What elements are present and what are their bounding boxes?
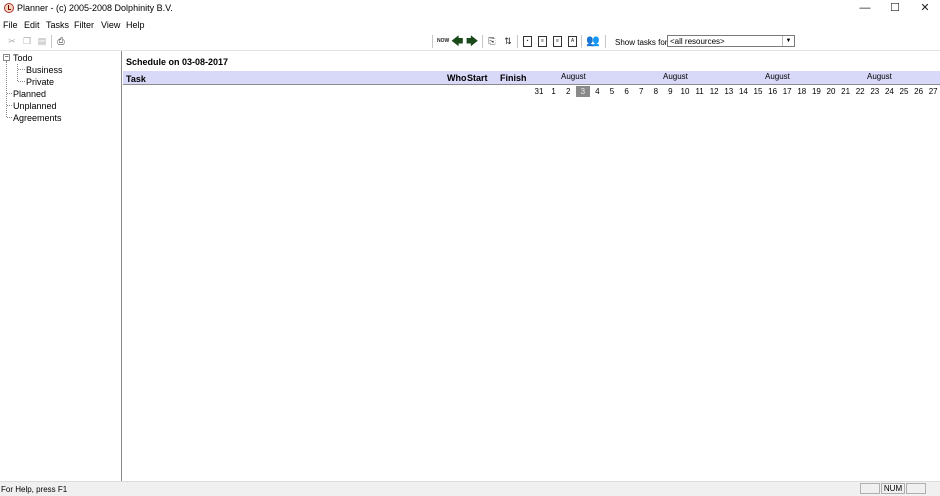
tree-item-agreements[interactable]: Agreements [13,113,62,123]
forward-arrow-icon[interactable]: 🡆 [466,35,478,47]
back-arrow-icon[interactable]: 🡄 [451,35,463,47]
document-1-icon[interactable]: ▪ [523,36,532,47]
tree-line [17,64,18,81]
toolbar-separator [51,35,52,48]
month-label: August [561,72,586,81]
schedule-header-row: Task Who Start Finish August August Augu… [123,71,940,85]
status-bar: For Help, press F1 NUM [0,481,940,496]
window-title: Planner - (c) 2005-2008 Dolphinity B.V. [17,3,173,13]
status-text: For Help, press F1 [1,485,68,494]
tree-item-unplanned[interactable]: Unplanned [13,101,57,111]
toolbar-separator [605,35,606,48]
day-cell[interactable]: 19 [809,86,823,97]
day-cell[interactable]: 2 [561,86,575,97]
day-cell[interactable]: 3 [575,86,590,97]
toolbar-separator [432,35,433,48]
tree-line [18,81,25,82]
toolbar-separator [517,35,518,48]
day-cell[interactable]: 1 [547,86,561,97]
close-button[interactable]: ✕ [910,0,940,17]
menu-file[interactable]: File [3,20,18,30]
menu-edit[interactable]: Edit [24,20,40,30]
resource-dropdown-value: <all resources> [670,37,725,46]
day-cell[interactable]: 11 [693,86,707,97]
day-cell[interactable]: 18 [795,86,809,97]
paste-icon[interactable]: ▤ [36,35,48,47]
day-cell[interactable]: 7 [634,86,648,97]
tree-item-todo[interactable]: Todo [13,53,33,63]
menu-help[interactable]: Help [126,20,145,30]
collapse-toggle-icon[interactable]: − [3,54,10,61]
tree-line [7,93,12,94]
menu-tasks[interactable]: Tasks [46,20,69,30]
people-icon[interactable]: 👥 [586,35,600,47]
new-task-icon[interactable]: ⎘ [486,35,498,47]
day-cell[interactable]: 20 [824,86,838,97]
show-tasks-label: Show tasks for [615,38,668,47]
day-cell[interactable]: 13 [722,86,736,97]
day-cell[interactable]: 26 [912,86,926,97]
tree-line [7,117,12,118]
app-icon [4,3,14,13]
tree-item-private[interactable]: Private [26,77,54,87]
day-cell[interactable]: 6 [620,86,634,97]
month-label: August [663,72,688,81]
menu-filter[interactable]: Filter [74,20,94,30]
menu-bar: File Edit Tasks Filter View Help [0,18,940,32]
tree-line [18,69,25,70]
day-cell[interactable]: 9 [663,86,677,97]
day-cell[interactable]: 27 [926,86,940,97]
day-cell[interactable]: 22 [853,86,867,97]
tree-line [7,105,12,106]
day-cell[interactable]: 5 [605,86,619,97]
day-cell[interactable]: 10 [678,86,692,97]
toolbar-separator [482,35,483,48]
day-cell[interactable]: 21 [839,86,853,97]
tree-item-business[interactable]: Business [26,65,63,75]
toolbar-separator [581,35,582,48]
menu-view[interactable]: View [101,20,120,30]
document-2-icon[interactable]: ≡ [538,36,547,47]
toolbar: ✂ ❐ ▤ ⎙ NOW 🡄 🡆 ⎘ ⇅ ▪ ≡ ≡ A 👥 Show tasks… [0,33,940,51]
title-bar: Planner - (c) 2005-2008 Dolphinity B.V. … [0,0,940,17]
day-cell[interactable]: 31 [532,86,546,97]
column-header-start[interactable]: Start [467,73,488,83]
column-header-task[interactable]: Task [126,74,146,84]
chevron-down-icon[interactable]: ▼ [782,36,794,46]
column-header-who[interactable]: Who [447,73,467,83]
status-pane-scroll [906,483,926,494]
document-4-icon[interactable]: A [568,36,577,47]
schedule-title: Schedule on 03-08-2017 [126,57,229,67]
month-label: August [867,72,892,81]
day-cell[interactable]: 14 [736,86,750,97]
day-cell[interactable]: 15 [751,86,765,97]
day-cell[interactable]: 4 [590,86,604,97]
minimize-button[interactable]: — [850,0,880,17]
cut-icon[interactable]: ✂ [6,35,18,47]
print-icon[interactable]: ⎙ [55,35,67,47]
resource-dropdown[interactable]: <all resources> ▼ [667,35,795,47]
day-cell[interactable]: 23 [868,86,882,97]
day-cell[interactable]: 16 [766,86,780,97]
day-cell[interactable]: 25 [897,86,911,97]
pane-splitter[interactable] [121,51,122,481]
month-label: August [765,72,790,81]
column-header-finish[interactable]: Finish [500,73,527,83]
tree-item-planned[interactable]: Planned [13,89,46,99]
sort-icon[interactable]: ⇅ [502,35,514,47]
tree-line [6,61,7,117]
day-cell[interactable]: 17 [780,86,794,97]
status-pane-num: NUM [881,483,905,494]
day-cell[interactable]: 8 [649,86,663,97]
now-icon[interactable]: NOW [437,35,449,47]
maximize-button[interactable]: ☐ [880,0,910,17]
copy-icon[interactable]: ❐ [21,35,33,47]
day-cell[interactable]: 12 [707,86,721,97]
document-3-icon[interactable]: ≡ [553,36,562,47]
day-cell[interactable]: 24 [882,86,896,97]
status-pane-caps [860,483,880,494]
